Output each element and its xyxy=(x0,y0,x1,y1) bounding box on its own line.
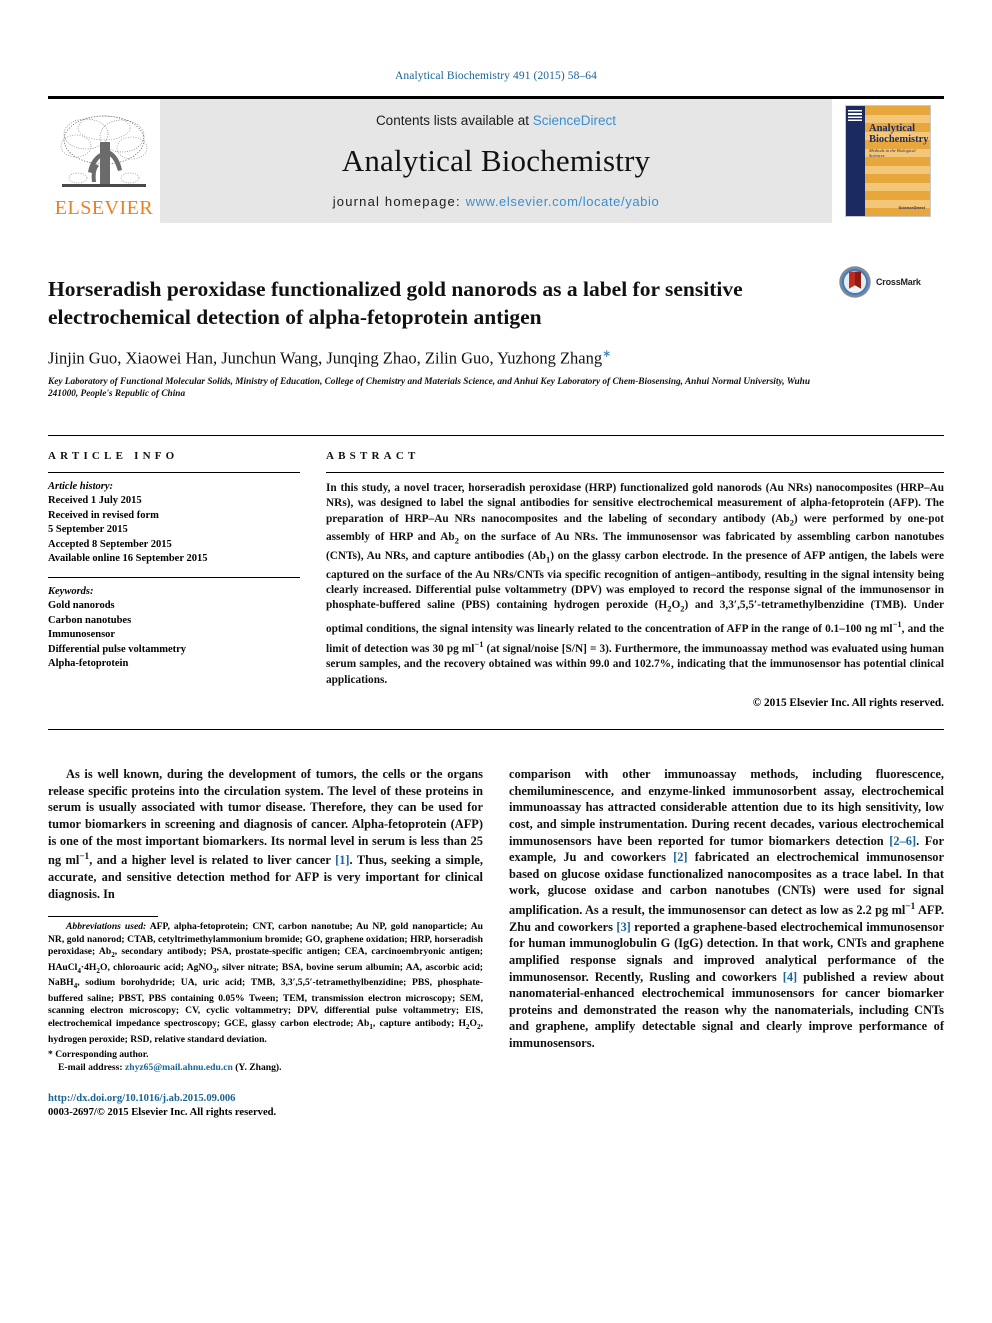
keywords-group: Keywords: Gold nanorods Carbon nanotubes… xyxy=(48,578,300,682)
abstract-sup: −1 xyxy=(892,619,902,630)
crossmark-icon xyxy=(839,266,871,298)
abbrev-seg: O xyxy=(469,1018,477,1030)
corresponding-text: Corresponding author. xyxy=(55,1049,149,1061)
section-divider xyxy=(48,729,944,731)
cover-title-line2: Biochemistry xyxy=(869,133,929,145)
cover-title: Analytical Biochemistry xyxy=(869,123,929,145)
journal-homepage-line: journal homepage: www.elsevier.com/locat… xyxy=(333,194,660,209)
contents-prefix: Contents lists available at xyxy=(375,113,533,128)
cover-title-line1: Analytical xyxy=(869,123,916,134)
title-column: Horseradish peroxidase functionalized go… xyxy=(48,261,838,401)
article-info-column: ARTICLE INFO Article history: Received 1… xyxy=(48,436,300,709)
info-abstract-section: ARTICLE INFO Article history: Received 1… xyxy=(48,434,944,709)
issn-copyright: 0003-2697/© 2015 Elsevier Inc. All right… xyxy=(48,1107,277,1119)
doi-block: http://dx.doi.org/10.1016/j.ab.2015.09.0… xyxy=(48,1092,483,1120)
body-sup: −1 xyxy=(79,852,90,863)
elsevier-tree-icon xyxy=(60,115,148,187)
article-history-group: Article history: Received 1 July 2015 Re… xyxy=(48,473,300,577)
citation-link[interactable]: [2–6] xyxy=(889,834,916,848)
footnote-divider xyxy=(48,916,158,918)
cover-elsevier-mark-icon xyxy=(848,110,862,122)
article-history-label: Article history: xyxy=(48,480,114,492)
running-head: Analytical Biochemistry 491 (2015) 58–64 xyxy=(394,70,598,82)
abstract-seg: O xyxy=(671,599,681,612)
body-columns: As is well known, during the development… xyxy=(48,766,944,1120)
body-paragraph: comparison with other immunoassay method… xyxy=(509,766,944,1051)
affiliation: Key Laboratory of Functional Molecular S… xyxy=(48,376,811,400)
elsevier-logo: ELSEVIER xyxy=(48,99,160,223)
keyword-item: Immunosensor xyxy=(48,629,116,641)
homepage-label: journal homepage: xyxy=(332,194,466,209)
keyword-item: Carbon nanotubes xyxy=(48,614,132,626)
history-item: Received in revised form xyxy=(48,509,159,521)
citation-link[interactable]: [4] xyxy=(783,970,797,984)
citation-link[interactable]: [3] xyxy=(616,920,630,934)
cover-footer: ScienceDirect xyxy=(898,205,925,210)
body-sup: −1 xyxy=(905,902,916,913)
keywords-label: Keywords: xyxy=(48,585,94,597)
body-right-column: comparison with other immunoassay method… xyxy=(509,766,944,1120)
email-label: E-mail address: xyxy=(58,1062,123,1074)
journal-title: Analytical Biochemistry xyxy=(341,143,651,178)
keyword-item: Gold nanorods xyxy=(48,600,115,612)
abbrev-seg: , capture antibody; H xyxy=(372,1018,466,1030)
crossmark-label: CrossMark xyxy=(876,277,921,287)
abbrev-seg: O, chloroauric acid; AgNO xyxy=(99,961,213,973)
email-link[interactable]: zhyz65@mail.ahnu.edu.cn xyxy=(125,1062,233,1073)
history-item: Accepted 8 September 2015 xyxy=(48,538,172,550)
cover-image: Analytical Biochemistry Methods in the B… xyxy=(845,105,931,217)
keyword-item: Alpha-fetoprotein xyxy=(48,658,129,670)
title-block: Horseradish peroxidase functionalized go… xyxy=(48,261,944,401)
author-names: Jinjin Guo, Xiaowei Han, Junchun Wang, J… xyxy=(48,348,603,368)
body-seg: , and a higher level is related to liver… xyxy=(89,853,336,868)
abstract-heading: ABSTRACT xyxy=(326,449,420,462)
history-item: 5 September 2015 xyxy=(48,524,128,536)
contents-available-line: Contents lists available at ScienceDirec… xyxy=(376,113,616,128)
journal-masthead: ELSEVIER Contents lists available at Sci… xyxy=(48,96,944,223)
journal-cover-thumbnail: Analytical Biochemistry Methods in the B… xyxy=(832,99,944,223)
email-suffix: (Y. Zhang). xyxy=(232,1062,282,1074)
body-seg: comparison with other immunoassay method… xyxy=(509,767,944,848)
citation-link[interactable]: [1] xyxy=(335,853,349,867)
history-item: Available online 16 September 2015 xyxy=(48,553,208,565)
crossmark-badge[interactable]: CrossMark xyxy=(838,261,944,299)
abbrev-seg: ·4H xyxy=(80,961,97,973)
article-info-heading: ARTICLE INFO xyxy=(48,449,179,462)
article-title: Horseradish peroxidase functionalized go… xyxy=(48,277,743,330)
citation-link[interactable]: [2] xyxy=(673,850,687,864)
homepage-url-link[interactable]: www.elsevier.com/locate/yabio xyxy=(466,194,660,209)
asterisk-icon: * xyxy=(48,1049,53,1061)
article-page: Analytical Biochemistry 491 (2015) 58–64 xyxy=(0,0,992,1323)
body-paragraph: As is well known, during the development… xyxy=(48,766,483,902)
keyword-item: Differential pulse voltammetry xyxy=(48,643,187,655)
cover-spine xyxy=(846,106,865,216)
abstract-text: In this study, a novel tracer, horseradi… xyxy=(326,481,944,688)
body-left-column: As is well known, during the development… xyxy=(48,766,483,1120)
sciencedirect-link[interactable]: ScienceDirect xyxy=(533,113,616,128)
doi-link[interactable]: http://dx.doi.org/10.1016/j.ab.2015.09.0… xyxy=(48,1092,483,1106)
history-item: Received 1 July 2015 xyxy=(48,495,142,507)
corresponding-author-marker: ∗ xyxy=(602,348,612,361)
author-list: Jinjin Guo, Xiaowei Han, Junchun Wang, J… xyxy=(48,347,826,369)
journal-band: Contents lists available at ScienceDirec… xyxy=(160,99,832,223)
abstract-copyright: © 2015 Elsevier Inc. All rights reserved… xyxy=(752,697,944,710)
abbreviations-footnote: Abbreviations used: AFP, alpha-fetoprote… xyxy=(48,921,483,1046)
email-note: E-mail address: zhyz65@mail.ahnu.edu.cn … xyxy=(58,1061,483,1074)
abstract-rule xyxy=(326,471,944,473)
elsevier-wordmark: ELSEVIER xyxy=(54,197,154,219)
abstract-column: ABSTRACT In this study, a novel tracer, … xyxy=(326,436,944,709)
corresponding-author-note: * Corresponding author. xyxy=(48,1048,483,1061)
cover-subtitle: Methods in the Biological Sciences xyxy=(869,148,916,158)
abbrev-label: Abbreviations used: xyxy=(66,921,147,933)
